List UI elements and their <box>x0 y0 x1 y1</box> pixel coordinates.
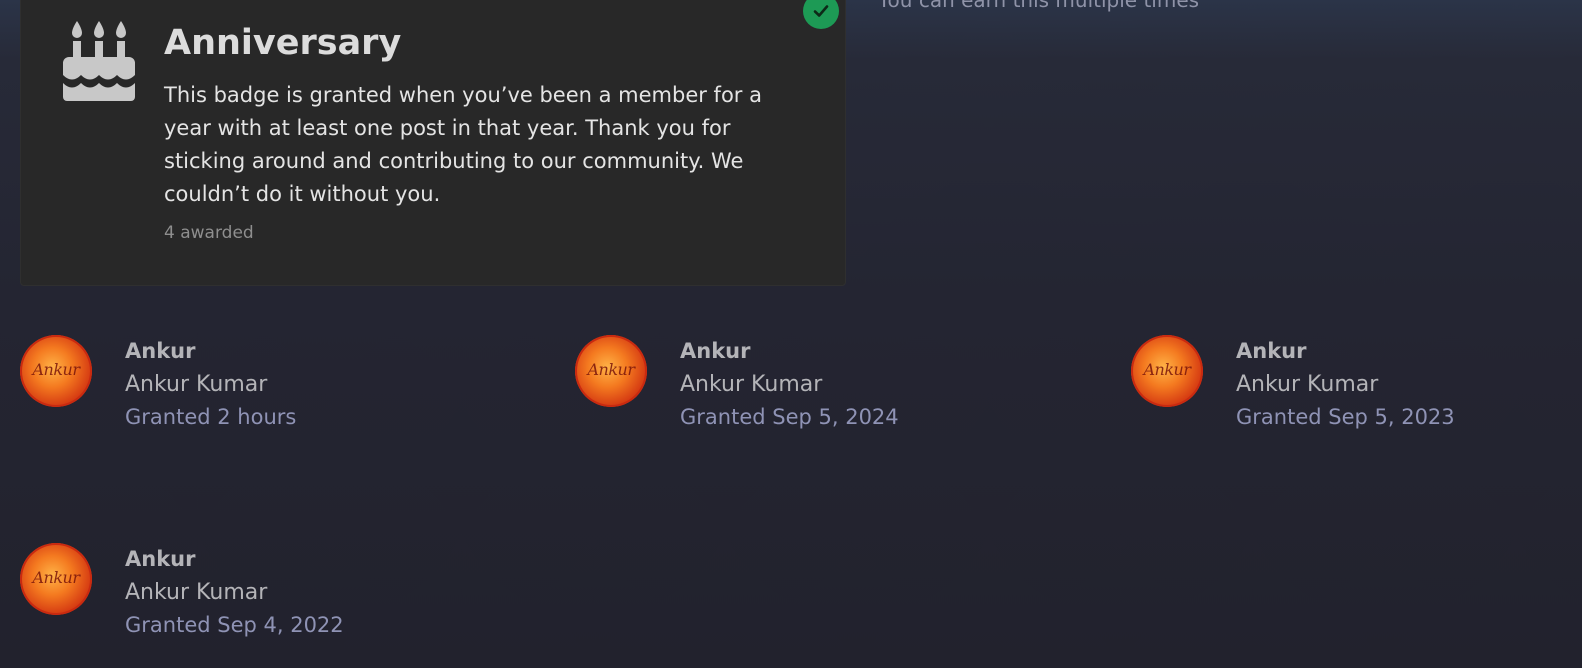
grantee-full-name: Ankur Kumar <box>125 580 268 605</box>
avatar[interactable]: Ankur <box>575 335 647 407</box>
granted-date[interactable]: Granted Sep 4, 2022 <box>125 613 344 637</box>
avatar[interactable]: Ankur <box>20 335 92 407</box>
badge-title: Anniversary <box>164 23 402 63</box>
multiple-times-note: You can earn this multiple times <box>878 0 1200 12</box>
grantee-full-name: Ankur Kumar <box>1236 372 1379 397</box>
birthday-cake-icon <box>61 19 137 103</box>
avatar[interactable]: Ankur <box>1131 335 1203 407</box>
grantee-username[interactable]: Ankur <box>1236 339 1306 363</box>
granted-date[interactable]: Granted Sep 5, 2024 <box>680 405 899 429</box>
grantee-username[interactable]: Ankur <box>680 339 750 363</box>
grantee-username[interactable]: Ankur <box>125 339 195 363</box>
grantee-username[interactable]: Ankur <box>125 547 195 571</box>
grantee-item: Ankur Ankur Ankur Kumar Granted Sep 5, 2… <box>1131 335 1582 445</box>
granted-date[interactable]: Granted Sep 5, 2023 <box>1236 405 1455 429</box>
grantee-full-name: Ankur Kumar <box>680 372 823 397</box>
avatar[interactable]: Ankur <box>20 543 92 615</box>
badge-description: This badge is granted when you’ve been a… <box>164 83 762 206</box>
grantee-item: Ankur Ankur Ankur Kumar Granted 2 hours <box>20 335 520 445</box>
grantee-item: Ankur Ankur Ankur Kumar Granted Sep 5, 2… <box>575 335 1075 445</box>
grantee-full-name: Ankur Kumar <box>125 372 268 397</box>
grantee-item: Ankur Ankur Ankur Kumar Granted Sep 4, 2… <box>20 543 520 653</box>
awarded-count: 4 awarded <box>164 223 254 243</box>
check-icon <box>803 0 839 29</box>
badge-card: Anniversary This badge is granted when y… <box>20 0 846 286</box>
granted-date[interactable]: Granted 2 hours <box>125 405 296 429</box>
